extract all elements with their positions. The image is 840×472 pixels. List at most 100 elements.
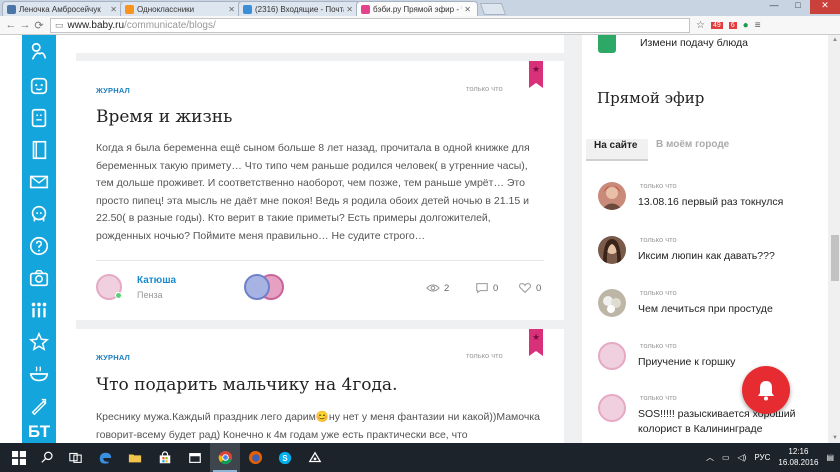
blog-post-card[interactable]: ★ ЖУРНАЛ только что Что подарить мальчик… bbox=[76, 329, 564, 443]
clock[interactable]: 12:16 16.08.2016 bbox=[778, 446, 818, 468]
author-city: Пенза bbox=[137, 290, 163, 300]
bookmark-ribbon[interactable]: ★ bbox=[529, 61, 543, 88]
post-time: только что bbox=[466, 84, 503, 93]
search-button[interactable] bbox=[32, 443, 62, 472]
item-text[interactable]: SOS!!!!! разыскивается хороший колорист … bbox=[638, 407, 824, 437]
sidebar-item-pregnancy[interactable] bbox=[22, 71, 56, 101]
language-indicator[interactable]: РУС bbox=[754, 453, 770, 462]
post-category[interactable]: ЖУРНАЛ bbox=[96, 86, 130, 95]
scrollbar-thumb[interactable] bbox=[831, 235, 839, 281]
notification-center-icon[interactable]: ▤ bbox=[826, 453, 834, 462]
url-host: www.baby.ru bbox=[67, 19, 125, 31]
edge-icon bbox=[99, 452, 112, 464]
item-text[interactable]: 13.08.16 первый раз токнулся bbox=[638, 195, 824, 210]
network-icon[interactable]: ▭ bbox=[722, 453, 730, 462]
tray-arrow-icon[interactable]: ︿ bbox=[706, 452, 714, 463]
sidebar-item-messages[interactable] bbox=[22, 167, 56, 197]
taskbar-store[interactable] bbox=[150, 443, 180, 472]
browser-tab-strip: Леночка Амбросейчук ✕ Одноклассники ✕ (2… bbox=[0, 0, 840, 16]
reload-icon[interactable]: ⟳ bbox=[32, 19, 46, 32]
taskbar-skype[interactable]: S bbox=[270, 443, 300, 472]
taskbar-unknown-app[interactable] bbox=[180, 443, 210, 472]
tab-on-site[interactable]: На сайте bbox=[586, 139, 648, 161]
minimize-button[interactable]: — bbox=[762, 0, 786, 14]
taskbar-chrome[interactable] bbox=[210, 443, 240, 472]
post-body[interactable]: Когда я была беременна ещё сыном больше … bbox=[96, 140, 546, 245]
taskbar-media[interactable] bbox=[300, 443, 330, 472]
tab-my-city[interactable]: В моём городе bbox=[656, 139, 729, 150]
bookmark-ribbon[interactable]: ★ bbox=[529, 329, 543, 356]
avatar[interactable] bbox=[598, 289, 626, 317]
close-window-button[interactable]: ✕ bbox=[810, 0, 840, 14]
sidebar-item-favorites[interactable] bbox=[22, 327, 56, 357]
badge-icon bbox=[244, 274, 270, 300]
start-button[interactable] bbox=[4, 443, 34, 472]
comment-icon bbox=[476, 283, 488, 294]
blog-post-card[interactable]: ★ ЖУРНАЛ только что Время и жизнь Когда … bbox=[76, 61, 564, 320]
folder-icon bbox=[128, 454, 142, 462]
bell-icon bbox=[758, 381, 774, 401]
envelope-icon bbox=[29, 175, 49, 189]
notifications-button[interactable] bbox=[742, 366, 790, 414]
sidebar-item-photo[interactable] bbox=[22, 263, 56, 293]
taskbar-explorer[interactable] bbox=[120, 443, 150, 472]
taskbar-firefox[interactable] bbox=[240, 443, 270, 472]
back-icon[interactable]: ← bbox=[4, 19, 18, 31]
post-title[interactable]: Время и жизнь bbox=[96, 107, 232, 127]
avatar[interactable] bbox=[598, 236, 626, 264]
avatar[interactable] bbox=[598, 342, 626, 370]
author-name[interactable]: Катюша bbox=[137, 275, 176, 286]
browser-tab-ok[interactable]: Одноклассники ✕ bbox=[120, 1, 242, 16]
scroll-up-icon[interactable]: ▲ bbox=[830, 37, 840, 43]
post-body[interactable]: Креснику мужа.Каждый праздник лего дарим… bbox=[96, 409, 546, 444]
close-tab-icon[interactable]: ✕ bbox=[110, 5, 117, 14]
star-bookmark-icon[interactable]: ☆ bbox=[696, 20, 705, 31]
extension-badge[interactable]: 49 bbox=[710, 21, 723, 29]
browser-tab-vk[interactable]: Леночка Амбросейчук ✕ bbox=[2, 1, 124, 16]
avatar[interactable] bbox=[598, 394, 626, 422]
forward-icon[interactable]: → bbox=[18, 19, 32, 31]
task-view-button[interactable] bbox=[60, 443, 90, 472]
search-icon bbox=[40, 451, 53, 463]
svg-text:S: S bbox=[282, 454, 287, 463]
achievement-badges[interactable] bbox=[244, 273, 290, 301]
item-text[interactable]: Чем лечиться при простуде bbox=[638, 302, 824, 317]
menu-icon[interactable]: ≡ bbox=[755, 20, 761, 31]
likes-value: 0 bbox=[536, 282, 542, 294]
views-value: 2 bbox=[444, 282, 450, 294]
avatar[interactable] bbox=[598, 182, 626, 210]
sidebar-item-journal[interactable] bbox=[22, 135, 56, 165]
comments-button[interactable]: 0 bbox=[475, 282, 498, 294]
post-time: только что bbox=[466, 351, 503, 360]
sidebar-item-recipes[interactable] bbox=[22, 359, 56, 389]
sidebar-item-baby[interactable] bbox=[22, 37, 56, 67]
volume-icon[interactable]: ◁) bbox=[738, 453, 747, 462]
like-button[interactable]: 0 bbox=[518, 282, 541, 294]
bowl-icon bbox=[29, 366, 49, 382]
item-text[interactable]: Приучение к горшку bbox=[638, 355, 824, 370]
avatar[interactable] bbox=[96, 274, 122, 300]
scroll-down-icon[interactable]: ▼ bbox=[830, 435, 840, 441]
post-title[interactable]: Что подарить мальчику на 4года. bbox=[96, 375, 397, 395]
maximize-button[interactable]: □ bbox=[786, 0, 810, 14]
new-tab-button[interactable] bbox=[479, 3, 507, 15]
skype-icon: S bbox=[278, 451, 292, 464]
browser-tab-baby[interactable]: бэби.ру Прямой эфир - Ч ✕ bbox=[356, 1, 478, 16]
url-field[interactable]: ▭ www.baby.ru/communicate/blogs/ bbox=[50, 17, 690, 33]
taskbar-edge[interactable] bbox=[90, 443, 120, 472]
media-icon bbox=[308, 451, 322, 462]
close-tab-icon[interactable]: ✕ bbox=[464, 5, 471, 14]
page-scrollbar[interactable]: ▲ ▼ bbox=[830, 35, 840, 443]
browser-tab-mail[interactable]: (2316) Входящие - Почта ✕ bbox=[238, 1, 360, 16]
close-tab-icon[interactable]: ✕ bbox=[228, 5, 235, 14]
sidebar-item-people[interactable] bbox=[22, 295, 56, 325]
close-tab-icon[interactable]: ✕ bbox=[346, 5, 353, 14]
extension-badge[interactable]: 6 bbox=[728, 21, 737, 29]
promo-link[interactable]: Измени подачу блюда bbox=[640, 37, 748, 49]
sidebar-item-questions[interactable] bbox=[22, 231, 56, 261]
extension-icon[interactable]: ● bbox=[743, 20, 749, 31]
sidebar-item-community[interactable] bbox=[22, 199, 56, 229]
item-text[interactable]: Иксим люпин как давать??? bbox=[638, 249, 824, 264]
post-category[interactable]: ЖУРНАЛ bbox=[96, 353, 130, 362]
sidebar-item-kid[interactable] bbox=[22, 103, 56, 133]
